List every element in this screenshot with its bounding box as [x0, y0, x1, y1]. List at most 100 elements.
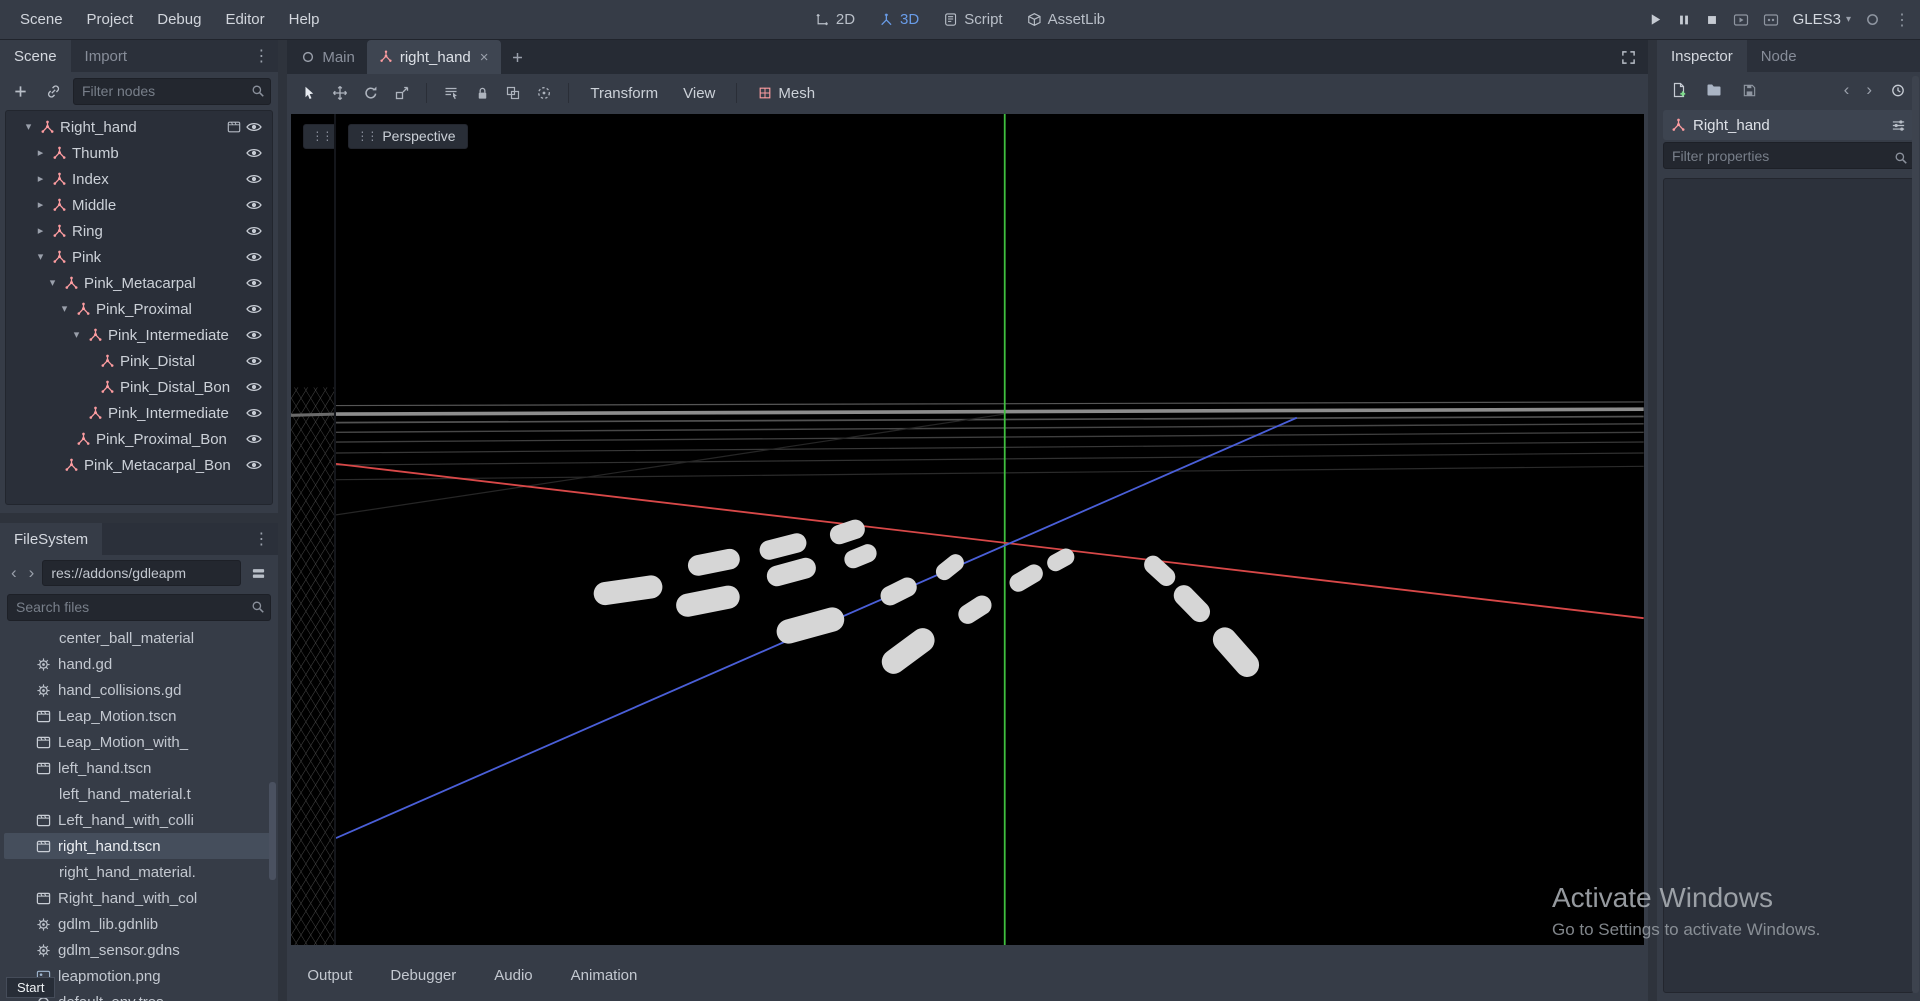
tree-node[interactable]: Ring — [6, 218, 272, 244]
tree-node[interactable]: Pink_Intermediate — [6, 322, 272, 348]
object-history-button[interactable] — [1885, 77, 1911, 103]
visibility-eye-icon[interactable] — [246, 173, 262, 185]
scene-file-icon[interactable] — [227, 120, 241, 134]
file-item[interactable]: gdlm_sensor.gdns — [0, 937, 278, 963]
file-item[interactable]: gdlm_lib.gdnlib — [0, 911, 278, 937]
visibility-eye-icon[interactable] — [246, 121, 262, 133]
close-icon[interactable]: × — [480, 49, 489, 66]
tree-node[interactable]: Pink — [6, 244, 272, 270]
scale-tool-button[interactable] — [388, 79, 416, 107]
visibility-eye-icon[interactable] — [246, 433, 262, 445]
visibility-eye-icon[interactable] — [246, 355, 262, 367]
filter-nodes-input[interactable] — [73, 77, 272, 105]
visibility-eye-icon[interactable] — [246, 225, 262, 237]
expand-arrow-icon[interactable] — [70, 322, 83, 348]
select-tool-button[interactable] — [295, 79, 323, 107]
history-back-icon[interactable]: ‹ — [7, 563, 21, 583]
visibility-eye-icon[interactable] — [246, 277, 262, 289]
stop-button[interactable] — [1705, 13, 1719, 27]
visibility-eye-icon[interactable] — [246, 459, 262, 471]
history-back-icon[interactable]: ‹ — [1840, 80, 1854, 100]
expand-arrow-icon[interactable] — [46, 270, 59, 296]
expand-arrow-icon[interactable] — [34, 192, 47, 218]
tree-node[interactable]: Pink_Proximal — [6, 296, 272, 322]
filter-properties-input[interactable] — [1663, 142, 1914, 169]
file-item[interactable]: hand_collisions.gd — [0, 677, 278, 703]
tab-filesystem[interactable]: FileSystem — [0, 523, 103, 555]
tab-main-scene[interactable]: Main — [289, 40, 367, 74]
history-forward-icon[interactable]: › — [25, 563, 39, 583]
tree-node[interactable]: Index — [6, 166, 272, 192]
3d-viewport[interactable]: ⋮⋮ Perspective — [336, 114, 1644, 945]
debugger-panel-button[interactable]: Debugger — [390, 967, 456, 984]
expand-arrow-icon[interactable] — [34, 140, 47, 166]
dock-menu-icon[interactable]: ⋮ — [244, 529, 278, 549]
file-item-selected[interactable]: right_hand.tscn — [4, 833, 275, 859]
file-item[interactable]: Left_hand_with_colli — [0, 807, 278, 833]
lock-node-button[interactable] — [468, 79, 496, 107]
workspace-assetlib[interactable]: AssetLib — [1027, 11, 1105, 28]
animation-panel-button[interactable]: Animation — [571, 967, 638, 984]
tree-node[interactable]: Pink_Distal_Bon — [6, 374, 272, 400]
visibility-eye-icon[interactable] — [246, 303, 262, 315]
file-item[interactable]: left_hand.tscn — [0, 755, 278, 781]
workspace-2d[interactable]: 2D — [815, 11, 855, 28]
tools-icon[interactable] — [1891, 118, 1906, 133]
menu-editor[interactable]: Editor — [213, 0, 276, 39]
viewport-strip[interactable]: ⋮⋮ Perspective — [291, 114, 337, 945]
mesh-menu[interactable]: Mesh — [747, 85, 826, 102]
add-node-button[interactable] — [7, 78, 33, 104]
menu-help[interactable]: Help — [277, 0, 332, 39]
perspective-label-clipped[interactable]: ⋮⋮ Perspective — [303, 124, 335, 149]
output-panel-button[interactable]: Output — [307, 967, 352, 984]
tree-node[interactable]: Pink_Metacarpal_Bon — [6, 452, 272, 478]
workspace-3d[interactable]: 3D — [879, 11, 919, 28]
file-item[interactable]: Leap_Motion_with_ — [0, 729, 278, 755]
search-files-input[interactable] — [7, 593, 272, 621]
tree-node[interactable]: Right_hand — [6, 114, 272, 140]
new-tab-button[interactable] — [501, 40, 534, 74]
tab-scene[interactable]: Scene — [0, 40, 71, 72]
file-item[interactable]: right_hand_material. — [0, 859, 278, 885]
dots-menu-icon[interactable]: ⋮ — [1894, 10, 1910, 30]
new-resource-button[interactable] — [1666, 77, 1692, 103]
move-tool-button[interactable] — [326, 79, 354, 107]
tab-inspector[interactable]: Inspector — [1657, 40, 1747, 72]
snap-toggle-button[interactable] — [530, 79, 558, 107]
load-resource-button[interactable] — [1701, 77, 1727, 103]
expand-arrow-icon[interactable] — [58, 296, 71, 322]
expand-arrow-icon[interactable] — [34, 244, 47, 270]
list-select-tool-button[interactable] — [437, 79, 465, 107]
file-item[interactable]: left_hand_material.t — [0, 781, 278, 807]
history-forward-icon[interactable]: › — [1862, 80, 1876, 100]
tab-node[interactable]: Node — [1747, 40, 1811, 72]
play-button[interactable] — [1648, 12, 1663, 27]
windows-start-button[interactable]: Start — [6, 977, 56, 998]
visibility-eye-icon[interactable] — [246, 329, 262, 341]
rotate-tool-button[interactable] — [357, 79, 385, 107]
save-resource-button[interactable] — [1736, 77, 1762, 103]
visibility-eye-icon[interactable] — [246, 199, 262, 211]
visibility-eye-icon[interactable] — [246, 251, 262, 263]
expand-arrow-icon[interactable] — [34, 218, 47, 244]
visibility-eye-icon[interactable] — [246, 381, 262, 393]
inspector-scrollbar[interactable] — [1912, 76, 1919, 993]
view-menu[interactable]: View — [672, 85, 726, 102]
expand-viewport-icon[interactable] — [1609, 40, 1648, 74]
file-item[interactable]: Leap_Motion.tscn — [0, 703, 278, 729]
tab-import[interactable]: Import — [71, 40, 142, 72]
play-scene-button[interactable] — [1733, 12, 1749, 28]
expand-arrow-icon[interactable] — [34, 166, 47, 192]
file-item[interactable]: hand.gd — [0, 651, 278, 677]
current-path-field[interactable] — [42, 560, 242, 586]
instance-scene-button[interactable] — [40, 78, 66, 104]
tab-right-hand-scene[interactable]: right_hand × — [366, 40, 501, 74]
transform-menu[interactable]: Transform — [579, 85, 669, 102]
dock-menu-icon[interactable]: ⋮ — [244, 46, 278, 66]
perspective-label[interactable]: ⋮⋮ Perspective — [348, 124, 468, 149]
menu-debug[interactable]: Debug — [145, 0, 213, 39]
expand-arrow-icon[interactable] — [22, 114, 35, 140]
video-driver-dropdown[interactable]: GLES3 ▾ — [1793, 11, 1851, 28]
workspace-script[interactable]: Script — [943, 11, 1003, 28]
tree-node[interactable]: Middle — [6, 192, 272, 218]
